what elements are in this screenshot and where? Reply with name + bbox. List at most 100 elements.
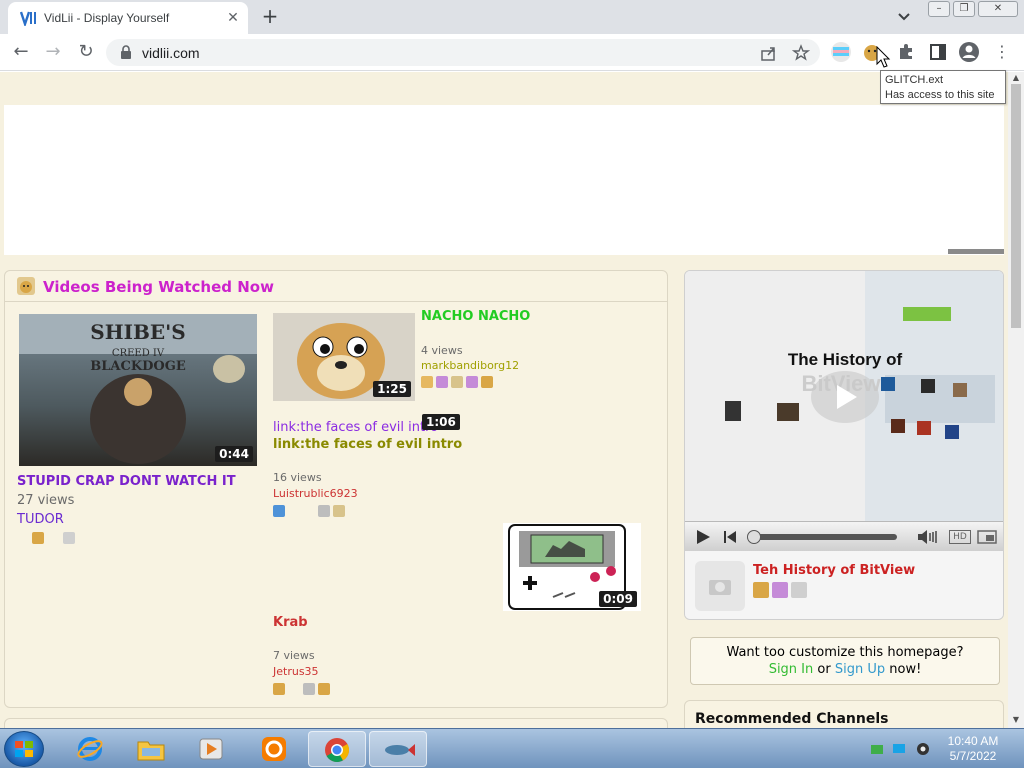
app-icon (262, 737, 286, 761)
now-text: now! (889, 662, 922, 677)
broken-image-alt-text: link:the faces of evil intro (273, 420, 439, 435)
video-title-link[interactable]: NACHO NACHO (421, 309, 530, 324)
scroll-thumb[interactable] (1011, 84, 1021, 328)
play-icon[interactable] (695, 529, 711, 545)
star-icon[interactable] (792, 44, 810, 62)
lock-icon[interactable] (120, 45, 132, 59)
minimize-button[interactable]: – (928, 1, 950, 17)
flag-extension-icon[interactable] (830, 41, 852, 63)
customize-homepage-box: Want too customize this homepage? Sign I… (690, 637, 1000, 685)
video-duration: 0:44 (215, 446, 253, 462)
restore-button[interactable]: ❐ (953, 1, 975, 17)
cat-badge-icon (63, 532, 75, 544)
video-duration: 0:09 (599, 591, 637, 607)
badge-icon (772, 582, 788, 598)
video-title-link[interactable]: STUPID CRAP DONT WATCH IT (17, 474, 236, 489)
sign-in-link[interactable]: Sign In (769, 662, 814, 677)
tray-display-icon[interactable] (892, 742, 906, 756)
video-thumbnail[interactable]: 1:25 (273, 313, 415, 401)
browser-toolbar: ← → ↻ vidlii.com ⋮ (0, 34, 1024, 71)
video-thumbnail-image: SHIBE'S CREED IV BLACKDOGE (19, 314, 257, 464)
video-views: 7 views (273, 649, 315, 662)
svg-text:BLACKDOGE: BLACKDOGE (90, 359, 186, 374)
volume-icon[interactable] (917, 529, 939, 545)
player-video-title-link[interactable]: Teh History of BitView (753, 563, 915, 578)
badge-icon (318, 683, 330, 695)
taskbar-chrome[interactable] (308, 731, 366, 767)
next-section-box (4, 718, 668, 728)
player-screen-text: The History of (788, 350, 903, 369)
fullscreen-icon[interactable] (977, 529, 997, 545)
media-player-icon (199, 738, 223, 760)
video-uploader-link[interactable]: Luistrublic6923 (273, 487, 358, 500)
taskbar-media-player[interactable] (182, 731, 238, 767)
close-tab-icon[interactable]: ✕ (223, 8, 243, 28)
svg-text:SHIBE'S: SHIBE'S (90, 320, 185, 344)
video-views: 27 views (17, 493, 75, 508)
video-title-link[interactable]: Krab (273, 615, 308, 630)
video-uploader-link[interactable]: TUDOR (17, 512, 64, 527)
windows-logo-icon (15, 741, 33, 757)
badge-icon (273, 505, 285, 517)
new-tab-button[interactable]: + (258, 5, 282, 29)
recommended-channels-box: Recommended Channels (684, 700, 1004, 728)
video-title-link[interactable]: link:the faces of evil intro (273, 437, 462, 452)
channel-avatar[interactable] (695, 561, 745, 611)
extensions-puzzle-icon[interactable] (895, 41, 917, 63)
scroll-up-icon[interactable]: ▲ (1008, 72, 1024, 84)
badge-icon (303, 683, 315, 695)
chevron-down-icon[interactable] (894, 9, 914, 25)
side-panel-icon[interactable] (927, 41, 949, 63)
badge-icon (466, 376, 478, 388)
start-button[interactable] (4, 731, 44, 767)
seek-bar[interactable] (751, 534, 897, 540)
player-screen[interactable]: The History of BitView (685, 271, 1003, 521)
browser-tab[interactable]: VidLii - Display Yourself ✕ (8, 2, 248, 34)
address-bar[interactable]: vidlii.com (106, 39, 820, 66)
forward-icon[interactable]: → (41, 40, 65, 64)
player-controls: HD (685, 521, 1003, 551)
customize-text: Want too customize this homepage? (726, 645, 964, 660)
tab-title: VidLii - Display Yourself (44, 11, 170, 25)
video-thumbnail[interactable]: 0:09 (503, 523, 641, 611)
recommended-title: Recommended Channels (695, 711, 889, 727)
tray-volume-icon[interactable] (916, 742, 930, 756)
vidlii-logo-icon (20, 11, 36, 26)
reload-icon[interactable]: ↻ (74, 40, 98, 64)
video-thumbnail[interactable]: SHIBE'S CREED IV BLACKDOGE 0:44 (19, 314, 257, 466)
taskbar-fish-app[interactable] (369, 731, 427, 767)
badge-icon (421, 376, 433, 388)
extension-tooltip: GLITCH.ext Has access to this site (880, 70, 1006, 104)
taskbar-app[interactable] (246, 731, 302, 767)
video-uploader-link[interactable]: Jetrus35 (273, 665, 319, 678)
profile-avatar-icon[interactable] (958, 41, 980, 63)
ad-banner (4, 105, 1004, 255)
clock-time: 10:40 AM (947, 734, 999, 748)
badge-icon (451, 376, 463, 388)
video-uploader-link[interactable]: markbandiborg12 (421, 359, 519, 372)
hd-toggle[interactable]: HD (949, 530, 971, 544)
menu-kebab-icon[interactable]: ⋮ (990, 40, 1014, 64)
page-scrollbar[interactable]: ▲ ▼ (1008, 72, 1024, 728)
player-preview-image: The History of BitView (685, 271, 1003, 521)
video-player[interactable]: The History of BitView HD Teh History of… (684, 270, 1004, 620)
badge-icon (753, 582, 769, 598)
doge-icon (17, 277, 35, 295)
close-window-button[interactable]: ✕ (978, 1, 1018, 17)
seek-handle[interactable] (747, 530, 761, 544)
taskbar-explorer[interactable] (122, 731, 178, 767)
tray-network-icon[interactable] (870, 742, 884, 756)
player-info: Teh History of BitView (685, 551, 1003, 619)
taskbar-clock[interactable]: 10:40 AM 5/7/2022 (942, 734, 1004, 764)
tooltip-title: GLITCH.ext (885, 74, 944, 86)
video-views: 4 views (421, 344, 463, 357)
share-icon[interactable] (760, 44, 778, 62)
scroll-down-icon[interactable]: ▼ (1008, 714, 1024, 726)
video-views: 16 views (273, 471, 322, 484)
back-icon[interactable]: ← (9, 40, 33, 64)
skip-back-icon[interactable] (723, 529, 737, 545)
video-duration: 1:06 (422, 414, 460, 430)
sign-up-link[interactable]: Sign Up (835, 662, 885, 677)
taskbar-ie[interactable] (62, 731, 118, 767)
clock-date: 5/7/2022 (949, 749, 997, 763)
